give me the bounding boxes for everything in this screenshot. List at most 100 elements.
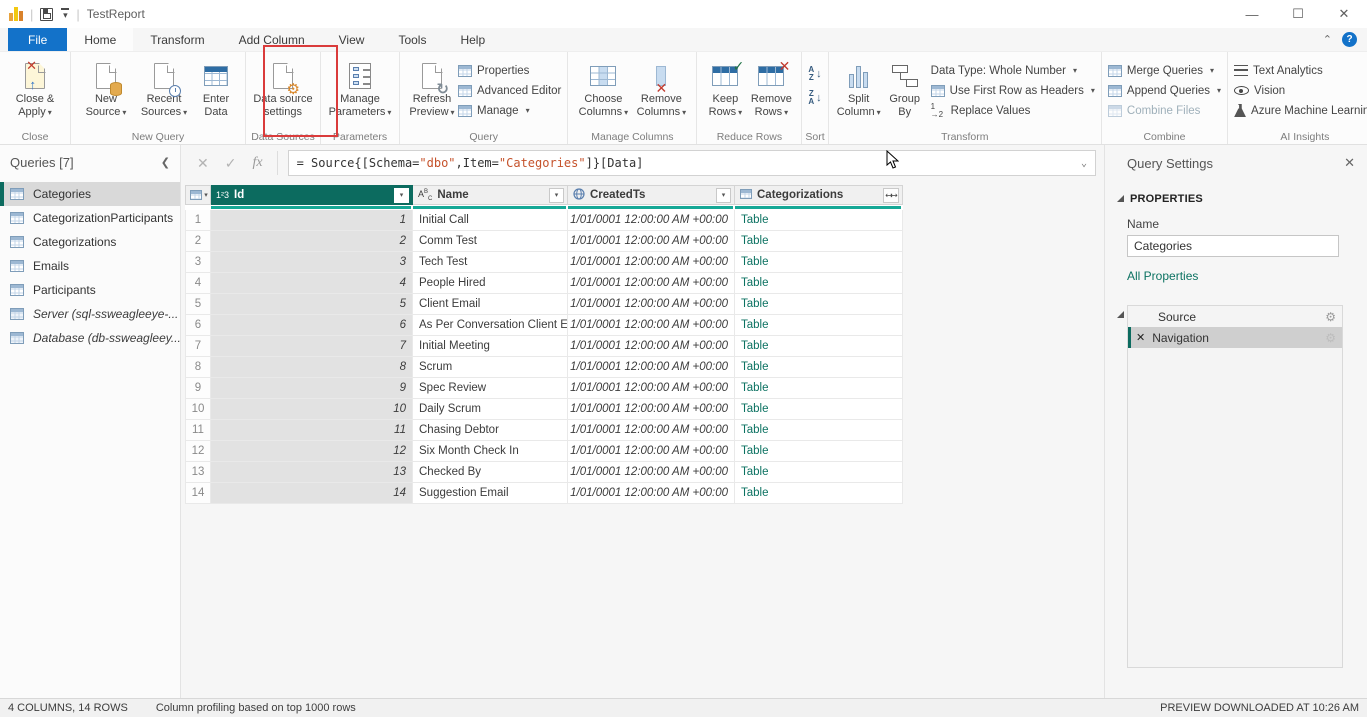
manage-parameters-button[interactable]: Manage Parameters▾ bbox=[327, 56, 393, 119]
cell-categorizations[interactable]: Table bbox=[735, 399, 903, 420]
tab-transform[interactable]: Transform bbox=[133, 28, 221, 51]
replace-values-button[interactable]: 1→2 Replace Values bbox=[931, 102, 1095, 119]
remove-columns-button[interactable]: ✕ Remove Columns▾ bbox=[632, 56, 690, 119]
row-number[interactable]: 4 bbox=[185, 273, 211, 294]
advanced-editor-button[interactable]: Advanced Editor bbox=[458, 82, 561, 99]
save-icon[interactable] bbox=[40, 8, 53, 21]
cell-categorizations[interactable]: Table bbox=[735, 336, 903, 357]
row-number[interactable]: 10 bbox=[185, 399, 211, 420]
choose-columns-button[interactable]: Choose Columns▾ bbox=[574, 56, 632, 119]
help-icon[interactable]: ? bbox=[1342, 32, 1357, 47]
formula-cancel-icon[interactable]: ✕ bbox=[197, 155, 209, 172]
cell-categorizations[interactable]: Table bbox=[735, 273, 903, 294]
collapse-ribbon-icon[interactable]: ⌃ bbox=[1323, 33, 1332, 46]
query-item[interactable]: Categorizations bbox=[0, 230, 180, 254]
row-number[interactable]: 5 bbox=[185, 294, 211, 315]
query-item[interactable]: Categories bbox=[0, 182, 180, 206]
cell-categorizations[interactable]: Table bbox=[735, 210, 903, 231]
query-item[interactable]: Server (sql-ssweagleeye-... bbox=[0, 302, 180, 326]
step-settings-gear-icon[interactable]: ⚙ bbox=[1325, 310, 1336, 324]
filter-dropdown-icon[interactable]: ▾ bbox=[549, 188, 564, 203]
collapse-pane-icon[interactable]: ❮ bbox=[161, 156, 170, 169]
select-all-corner-button[interactable]: ▾ bbox=[185, 185, 211, 205]
column-header-name[interactable]: ABCName▾ bbox=[413, 185, 568, 205]
row-number[interactable]: 8 bbox=[185, 357, 211, 378]
manage-button[interactable]: Manage▾ bbox=[458, 102, 561, 119]
row-number[interactable]: 12 bbox=[185, 441, 211, 462]
row-number[interactable]: 6 bbox=[185, 315, 211, 336]
merge-queries-button[interactable]: Merge Queries▾ bbox=[1108, 62, 1221, 79]
sort-ascending-button[interactable]: AZ ↓ bbox=[808, 66, 821, 82]
row-number[interactable]: 13 bbox=[185, 462, 211, 483]
row-number[interactable]: 1 bbox=[185, 210, 211, 231]
group-by-button[interactable]: Group By bbox=[883, 56, 927, 119]
vision-button[interactable]: Vision bbox=[1234, 82, 1367, 99]
azure-machine-learning-button[interactable]: Azure Machine Learning bbox=[1234, 102, 1367, 119]
expand-formula-bar-icon[interactable]: ⌄ bbox=[1081, 158, 1087, 169]
cell-categorizations[interactable]: Table bbox=[735, 441, 903, 462]
applied-step-navigation[interactable]: ✕Navigation⚙ bbox=[1128, 327, 1342, 348]
close-button[interactable]: ✕ bbox=[1321, 0, 1367, 28]
tab-file[interactable]: File bbox=[8, 28, 67, 51]
data-type-button[interactable]: Data Type: Whole Number▾ bbox=[931, 62, 1095, 79]
filter-dropdown-icon[interactable]: ▾ bbox=[394, 188, 409, 203]
formula-commit-icon[interactable]: ✓ bbox=[225, 155, 237, 172]
close-pane-icon[interactable]: ✕ bbox=[1344, 155, 1355, 171]
combine-files-button[interactable]: Combine Files bbox=[1108, 102, 1221, 119]
data-source-settings-button[interactable]: ⚙ Data source settings bbox=[252, 56, 314, 119]
query-item[interactable]: Emails bbox=[0, 254, 180, 278]
tab-tools[interactable]: Tools bbox=[381, 28, 443, 51]
row-number[interactable]: 2 bbox=[185, 231, 211, 252]
new-source-button[interactable]: New Source▾ bbox=[77, 56, 135, 119]
tab-add-column[interactable]: Add Column bbox=[222, 28, 322, 51]
tab-view[interactable]: View bbox=[322, 28, 382, 51]
cell-categorizations[interactable]: Table bbox=[735, 294, 903, 315]
quick-access-toolbar-dropdown-icon[interactable]: ▾ bbox=[61, 8, 69, 20]
recent-sources-button[interactable]: Recent Sources▾ bbox=[135, 56, 193, 119]
cell-categorizations[interactable]: Table bbox=[735, 462, 903, 483]
minimize-button[interactable]: — bbox=[1229, 0, 1275, 28]
tab-home[interactable]: Home bbox=[67, 28, 133, 51]
sort-descending-button[interactable]: ZA ↓ bbox=[808, 90, 821, 106]
all-properties-link[interactable]: All Properties bbox=[1127, 269, 1198, 283]
row-number[interactable]: 9 bbox=[185, 378, 211, 399]
query-item[interactable]: Participants bbox=[0, 278, 180, 302]
cell-categorizations[interactable]: Table bbox=[735, 483, 903, 504]
step-settings-gear-icon[interactable]: ⚙ bbox=[1325, 331, 1336, 345]
remove-rows-button[interactable]: ✕ Remove Rows▾ bbox=[747, 56, 795, 119]
use-first-row-as-headers-button[interactable]: Use First Row as Headers▾ bbox=[931, 82, 1095, 99]
maximize-button[interactable]: ☐ bbox=[1275, 0, 1321, 28]
row-number[interactable]: 3 bbox=[185, 252, 211, 273]
cell-categorizations[interactable]: Table bbox=[735, 252, 903, 273]
query-item[interactable]: CategorizationParticipants bbox=[0, 206, 180, 230]
refresh-preview-button[interactable]: ↻ Refresh Preview▾ bbox=[406, 56, 458, 119]
expander-icon[interactable] bbox=[1117, 195, 1124, 202]
formula-input[interactable]: = Source{[Schema="dbo",Item="Categories"… bbox=[288, 150, 1096, 176]
tab-help[interactable]: Help bbox=[443, 28, 502, 51]
cell-categorizations[interactable]: Table bbox=[735, 357, 903, 378]
query-item[interactable]: Database (db-ssweagleey... bbox=[0, 326, 180, 350]
text-analytics-button[interactable]: Text Analytics bbox=[1234, 62, 1367, 79]
split-column-button[interactable]: Split Column▾ bbox=[835, 56, 883, 119]
column-header-categorizations[interactable]: Categorizations↤↦ bbox=[735, 185, 903, 205]
expand-column-icon[interactable]: ↤↦ bbox=[883, 188, 899, 203]
enter-data-button[interactable]: Enter Data bbox=[193, 56, 239, 119]
applied-step-source[interactable]: Source⚙ bbox=[1128, 306, 1342, 327]
cell-categorizations[interactable]: Table bbox=[735, 420, 903, 441]
column-header-id[interactable]: 1²3Id▾ bbox=[211, 185, 413, 205]
properties-button[interactable]: Properties bbox=[458, 62, 561, 79]
query-name-input[interactable] bbox=[1127, 235, 1339, 257]
filter-dropdown-icon[interactable]: ▾ bbox=[716, 188, 731, 203]
row-number[interactable]: 14 bbox=[185, 483, 211, 504]
cell-categorizations[interactable]: Table bbox=[735, 231, 903, 252]
cell-categorizations[interactable]: Table bbox=[735, 315, 903, 336]
close-and-apply-button[interactable]: ✕ ↑ Close & Apply▾ bbox=[6, 56, 64, 119]
cell-categorizations[interactable]: Table bbox=[735, 378, 903, 399]
append-queries-button[interactable]: Append Queries▾ bbox=[1108, 82, 1221, 99]
row-number[interactable]: 7 bbox=[185, 336, 211, 357]
delete-step-icon[interactable]: ✕ bbox=[1136, 331, 1145, 344]
expander-icon[interactable] bbox=[1117, 311, 1124, 318]
keep-rows-button[interactable]: ✓ Keep Rows▾ bbox=[703, 56, 747, 119]
row-number[interactable]: 11 bbox=[185, 420, 211, 441]
column-header-createdts[interactable]: CreatedTs▾ bbox=[568, 185, 735, 205]
